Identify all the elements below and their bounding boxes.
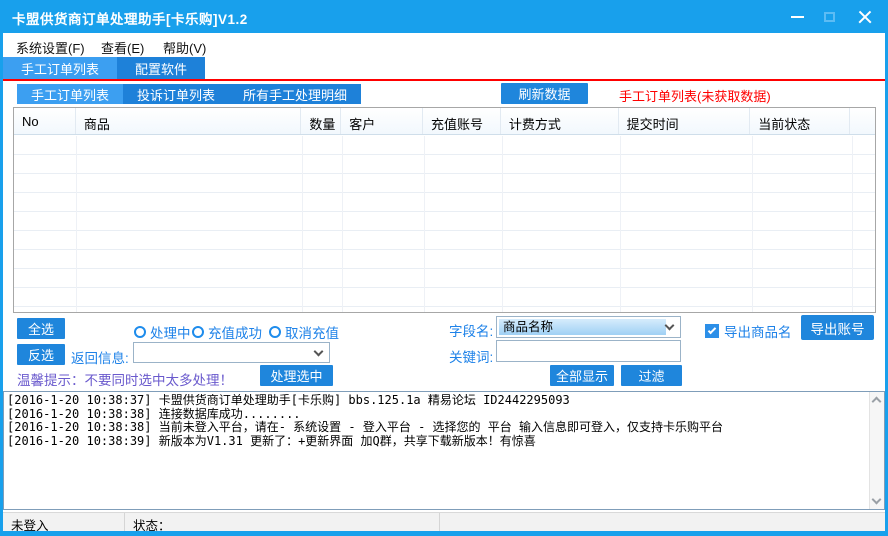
sub-tabstrip: 手工订单列表 投诉订单列表 所有手工处理明细 [17, 84, 361, 104]
keyword-label: 关键词: [449, 346, 493, 366]
red-divider [0, 79, 888, 81]
grid-line [76, 136, 77, 312]
grid-line [852, 136, 853, 312]
radio-recharge-success-label: 充值成功 [208, 322, 262, 342]
order-table-body[interactable] [14, 136, 875, 313]
log-scrollbar[interactable] [869, 392, 884, 509]
grid-line [752, 136, 753, 312]
log-line: [2016-1-20 10:38:37] 卡盟供货商订单处理助手[卡乐购] bb… [7, 394, 868, 408]
close-button[interactable] [850, 6, 880, 28]
menu-help[interactable]: 帮助(V) [159, 36, 210, 59]
export-product-name-checkbox[interactable]: 导出商品名 [705, 321, 792, 341]
grid-line [424, 136, 425, 312]
status-label: 状态： [125, 513, 440, 531]
col-spacer [850, 108, 875, 134]
grid-line [302, 136, 303, 312]
radio-cancel-recharge-label: 取消充值 [285, 322, 339, 342]
chevron-down-icon [314, 346, 324, 356]
subtab-complaint-order-list[interactable]: 投诉订单列表 [123, 84, 229, 104]
return-info-label: 返回信息: [71, 347, 129, 367]
select-all-button[interactable]: 全选 [17, 318, 65, 339]
log-panel[interactable]: [2016-1-20 10:38:37] 卡盟供货商订单处理助手[卡乐购] bb… [3, 391, 885, 510]
col-quantity[interactable]: 数量 [301, 108, 341, 134]
keyword-input[interactable] [496, 340, 681, 362]
fetch-status-text: 手工订单列表(未获取数据) [619, 86, 771, 105]
radio-icon [269, 326, 281, 338]
log-line: [2016-1-20 10:38:39] 新版本为V1.31 更新了：+更新界面… [7, 435, 868, 449]
col-account[interactable]: 充值账号 [423, 108, 501, 134]
radio-recharge-success[interactable]: 充值成功 [192, 322, 262, 342]
login-state: 未登入 [3, 513, 125, 531]
field-name-select[interactable]: 商品名称 [496, 316, 681, 338]
subtab-manual-order-list[interactable]: 手工订单列表 [17, 84, 123, 104]
return-info-select[interactable] [133, 342, 330, 363]
col-product[interactable]: 商品 [76, 108, 301, 134]
chevron-down-icon [665, 321, 675, 331]
checkbox-checked-icon [705, 324, 719, 338]
tab-configure-software[interactable]: 配置软件 [117, 57, 205, 79]
export-product-name-label: 导出商品名 [724, 321, 792, 341]
scroll-down-icon[interactable] [872, 495, 882, 505]
minimize-button[interactable] [782, 6, 812, 28]
radio-icon [192, 326, 204, 338]
order-table[interactable]: No 商品 数量 客户 充值账号 计费方式 提交时间 当前状态 [13, 107, 876, 313]
menu-view[interactable]: 查看(E) [97, 36, 148, 59]
show-all-button[interactable]: 全部显示 [550, 365, 614, 386]
status-bar: 未登入 状态： [3, 512, 885, 531]
close-icon [858, 10, 872, 24]
tab-manual-order-list[interactable]: 手工订单列表 [3, 57, 117, 79]
export-account-button[interactable]: 导出账号 [801, 315, 874, 340]
radio-processing-label: 处理中 [150, 322, 191, 342]
menu-system-settings[interactable]: 系统设置(F) [12, 36, 89, 59]
maximize-icon [824, 12, 835, 22]
minimize-icon [791, 16, 804, 18]
status-spacer [440, 513, 885, 531]
grid-line [342, 136, 343, 312]
radio-icon [134, 326, 146, 338]
grid-line [620, 136, 621, 312]
refresh-data-button[interactable]: 刷新数据 [501, 83, 588, 104]
app-window: 卡盟供货商订单处理助手[卡乐购]V1.2 系统设置(F) 查看(E) 帮助(V)… [0, 0, 888, 536]
field-name-value: 商品名称 [499, 319, 666, 335]
field-name-label: 字段名: [449, 320, 493, 340]
invert-selection-button[interactable]: 反选 [17, 344, 65, 365]
log-line: [2016-1-20 10:38:38] 当前未登入平台，请在- 系统设置 - … [7, 421, 868, 435]
col-customer[interactable]: 客户 [341, 108, 423, 134]
title-bar: 卡盟供货商订单处理助手[卡乐购]V1.2 [0, 0, 888, 33]
grid-line [502, 136, 503, 312]
log-lines: [2016-1-20 10:38:37] 卡盟供货商订单处理助手[卡乐购] bb… [7, 394, 868, 448]
col-status[interactable]: 当前状态 [750, 108, 850, 134]
radio-cancel-recharge[interactable]: 取消充值 [269, 322, 339, 342]
main-tabstrip: 手工订单列表 配置软件 [3, 57, 205, 79]
radio-processing[interactable]: 处理中 [134, 322, 191, 342]
subtab-all-manual-detail[interactable]: 所有手工处理明细 [229, 84, 361, 104]
col-submit-time[interactable]: 提交时间 [619, 108, 751, 134]
scroll-up-icon[interactable] [872, 397, 882, 407]
col-billing[interactable]: 计费方式 [501, 108, 619, 134]
process-selected-button[interactable]: 处理选中 [260, 365, 333, 386]
col-no[interactable]: No [14, 108, 76, 134]
window-bottom-border [0, 531, 888, 536]
window-title: 卡盟供货商订单处理助手[卡乐购]V1.2 [12, 8, 248, 28]
menu-bar: 系统设置(F) 查看(E) 帮助(V) [3, 33, 885, 57]
order-table-header: No 商品 数量 客户 充值账号 计费方式 提交时间 当前状态 [14, 108, 875, 135]
maximize-button[interactable] [814, 6, 844, 28]
tip-text: 温馨提示：不要同时选中太多处理！ [17, 369, 233, 389]
log-line: [2016-1-20 10:38:38] 连接数据库成功........ [7, 408, 868, 422]
filter-button[interactable]: 过滤 [621, 365, 682, 386]
